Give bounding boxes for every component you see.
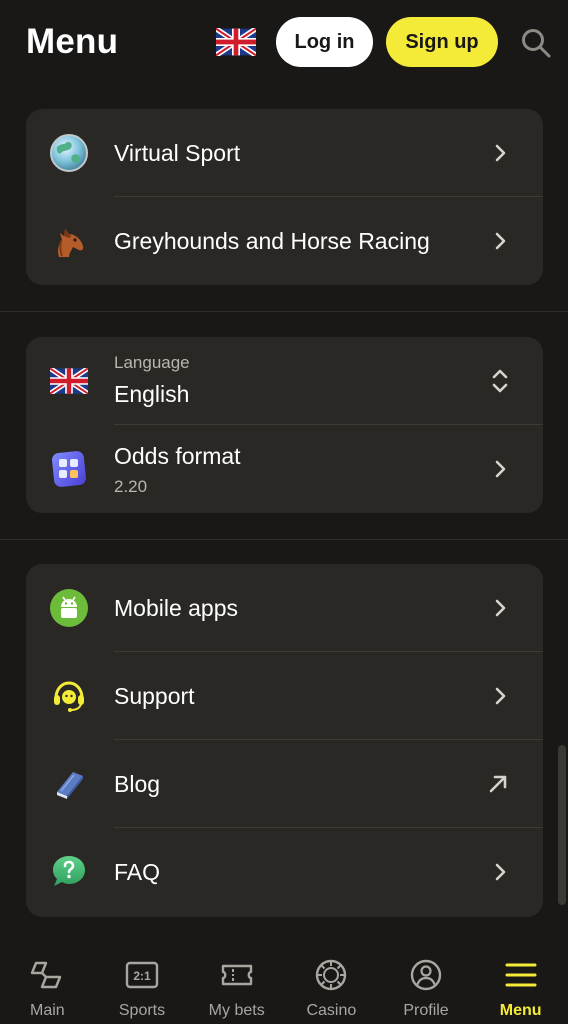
odds-format-label: Odds format	[114, 443, 241, 469]
nav-my-bets[interactable]: My bets	[189, 944, 284, 1024]
ticket-icon	[220, 958, 254, 992]
nav-label: Menu	[499, 1002, 542, 1019]
menu-item-mobile-apps[interactable]: Mobile apps	[26, 564, 543, 652]
odds-format-value: 2.20	[114, 477, 148, 496]
nav-menu[interactable]: Menu	[473, 944, 568, 1024]
info-card: Mobile apps Support Blog FAQ	[26, 564, 543, 917]
language-caption: Language	[114, 353, 190, 372]
menu-item-label: Virtual Sport	[114, 139, 241, 166]
main-icon	[30, 958, 64, 992]
nav-main[interactable]: Main	[0, 944, 95, 1024]
language-selector[interactable]: Language English	[26, 337, 543, 425]
menu-item-label: Blog	[114, 770, 161, 797]
book-icon	[48, 763, 90, 805]
search-icon[interactable]	[520, 27, 552, 59]
nav-sports[interactable]: 2:1 Sports	[95, 944, 190, 1024]
sports-icon: 2:1	[125, 958, 159, 992]
page-title: Menu	[26, 22, 119, 61]
nav-profile[interactable]: Profile	[379, 944, 474, 1024]
odds-format-selector[interactable]: Odds format 2.20	[26, 425, 543, 513]
nav-label: Main	[29, 1002, 65, 1019]
chevron-right-icon	[493, 459, 509, 479]
menu-item-label: Support	[114, 682, 195, 709]
uk-flag-icon[interactable]	[214, 26, 258, 58]
menu-item-virtual-sport[interactable]: Virtual Sport	[26, 109, 543, 197]
chevron-right-icon	[493, 231, 509, 251]
chevron-right-icon	[493, 143, 509, 163]
menu-item-label: FAQ	[114, 858, 161, 885]
sports-card: Virtual Sport Greyhounds and Horse Racin…	[26, 109, 543, 285]
chevron-up-down-icon	[491, 367, 509, 395]
login-button[interactable]: Log in	[276, 17, 373, 67]
bottom-navigation: Main 2:1 Sports My bets Casino Profile M…	[0, 944, 568, 1024]
menu-item-greyhounds-horse-racing[interactable]: Greyhounds and Horse Racing	[26, 197, 543, 285]
settings-card: Language English Odds format 2.20	[26, 337, 543, 513]
section-divider	[0, 539, 568, 540]
chevron-right-icon	[493, 686, 509, 706]
signup-button[interactable]: Sign up	[386, 17, 498, 67]
uk-flag-icon	[48, 360, 90, 402]
menu-item-label: Greyhounds and Horse Racing	[114, 227, 430, 254]
menu-icon	[504, 958, 538, 992]
chip-icon	[314, 958, 348, 992]
scrollbar[interactable]	[558, 745, 566, 905]
nav-label: Profile	[403, 1002, 449, 1019]
menu-item-label: Mobile apps	[114, 594, 239, 621]
menu-item-blog[interactable]: Blog	[26, 740, 543, 828]
headset-icon	[48, 675, 90, 717]
top-bar: Menu Log in Sign up	[0, 0, 568, 86]
nav-label: Casino	[306, 1002, 357, 1019]
chevron-right-icon	[493, 598, 509, 618]
calculator-icon	[48, 448, 90, 490]
svg-text:2:1: 2:1	[133, 969, 151, 983]
external-link-arrow-icon	[487, 773, 509, 795]
menu-item-support[interactable]: Support	[26, 652, 543, 740]
chevron-right-icon	[493, 862, 509, 882]
nav-label: My bets	[208, 1002, 265, 1019]
language-value: English	[114, 381, 190, 407]
horse-icon	[48, 220, 90, 262]
question-chat-icon	[48, 851, 90, 893]
nav-casino[interactable]: Casino	[284, 944, 379, 1024]
menu-item-faq[interactable]: FAQ	[26, 828, 543, 916]
nav-label: Sports	[118, 1002, 166, 1019]
profile-icon	[409, 958, 443, 992]
globe-icon	[48, 132, 90, 174]
section-divider	[0, 311, 568, 312]
android-icon	[48, 587, 90, 629]
